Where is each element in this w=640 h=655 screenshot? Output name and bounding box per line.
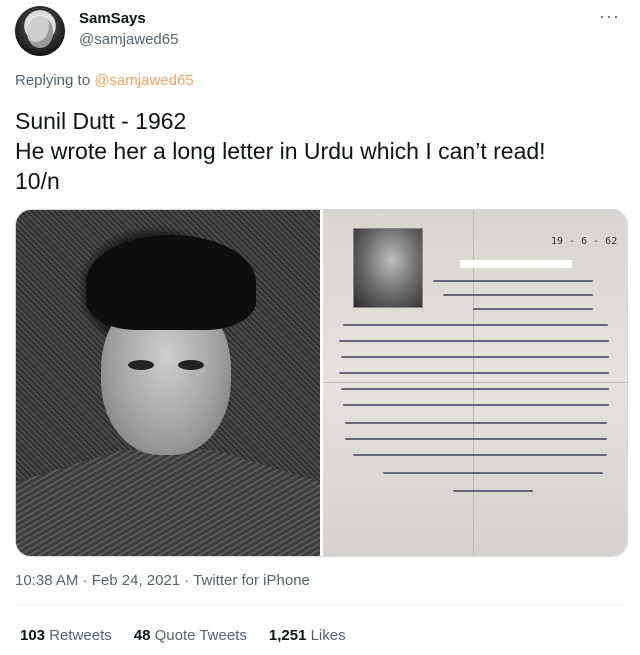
- urdu-letter-photo[interactable]: 19 - 6 - 62: [323, 210, 627, 556]
- more-dots-icon[interactable]: ···: [599, 6, 620, 27]
- tweet-line: He wrote her a long letter in Urdu which…: [15, 138, 546, 164]
- handwriting-line: [353, 454, 607, 456]
- tweet-line: Sunil Dutt - 1962: [15, 108, 187, 134]
- redaction-bar: [460, 260, 572, 268]
- handwriting-line: [343, 324, 608, 326]
- likes-stat[interactable]: 1,251 Likes: [269, 627, 346, 644]
- handwriting-line: [345, 438, 607, 440]
- handwriting-line: [383, 472, 603, 474]
- engagement-stats: 103 Retweets 48 Quote Tweets 1,251 Likes: [20, 627, 346, 644]
- reply-target-link[interactable]: @samjawed65: [94, 72, 193, 89]
- fold-crease: [323, 382, 627, 383]
- media-grid: 19 - 6 - 62: [15, 209, 628, 557]
- handwriting-line: [339, 372, 609, 374]
- hair-shape: [86, 235, 256, 330]
- retweets-count: 103: [20, 627, 46, 644]
- handwriting-line: [453, 490, 533, 492]
- letter-stamp-photo: [353, 228, 423, 308]
- handwriting-line: [473, 308, 593, 310]
- retweets-label: Retweets: [49, 627, 112, 644]
- retweets-stat[interactable]: 103 Retweets: [20, 627, 112, 644]
- handwriting-line: [433, 280, 593, 282]
- tweet-line: 10/n: [15, 168, 60, 194]
- handwriting-line: [341, 388, 609, 390]
- replying-to: Replying to @samjawed65: [15, 72, 194, 89]
- handwriting-line: [345, 422, 607, 424]
- eye-right: [178, 360, 204, 370]
- likes-count: 1,251: [268, 627, 307, 644]
- letter-date: 19 - 6 - 62: [551, 236, 618, 247]
- handwriting-line: [341, 356, 609, 358]
- author-name[interactable]: SamSays: [79, 10, 146, 27]
- replying-to-label: Replying to: [15, 72, 91, 89]
- avatar[interactable]: [15, 6, 65, 56]
- eye-left: [128, 360, 154, 370]
- author-handle[interactable]: @samjawed65: [79, 31, 178, 48]
- quotes-stat[interactable]: 48 Quote Tweets: [134, 627, 247, 644]
- quotes-label: Quote Tweets: [154, 627, 247, 644]
- handwriting-line: [343, 404, 609, 406]
- likes-label: Likes: [310, 627, 346, 644]
- handwriting-line: [443, 294, 593, 296]
- portrait-photo[interactable]: [16, 210, 320, 556]
- quotes-count: 48: [133, 627, 151, 644]
- tweet-text: Sunil Dutt - 1962 He wrote her a long le…: [15, 106, 625, 196]
- divider: [15, 604, 625, 605]
- tweet-timestamp[interactable]: 10:38 AM · Feb 24, 2021 · Twitter for iP…: [15, 572, 310, 589]
- jacket-shape: [16, 450, 320, 556]
- handwriting-line: [339, 340, 609, 342]
